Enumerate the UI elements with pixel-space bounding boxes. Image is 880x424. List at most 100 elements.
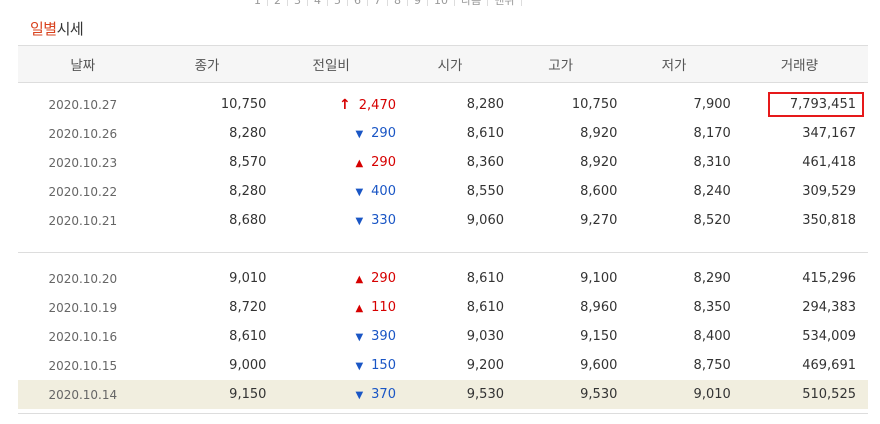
volume-cell: 294,383 xyxy=(731,293,868,322)
close-cell: 8,570 xyxy=(229,155,267,170)
open-cell: 9,030 xyxy=(466,329,504,344)
change-cell: ▼ 150 xyxy=(266,351,396,380)
pager-item[interactable]: 1 xyxy=(248,0,268,6)
table-header-row: 날짜 종가 전일비 시가 고가 저가 거래량 xyxy=(18,45,868,83)
volume-value: 534,009 xyxy=(802,329,856,344)
low-cell: 8,350 xyxy=(693,300,731,315)
high-cell: 8,960 xyxy=(580,300,618,315)
section-title-rest: 시세 xyxy=(56,20,84,38)
down-triangle-icon: ▼ xyxy=(355,216,364,227)
table-row: 2020.10.14 9,150 ▼ 370 9,530 9,530 9,010 510,52… xyxy=(18,380,868,409)
open-cell: 8,550 xyxy=(466,184,504,199)
down-triangle-icon: ▼ xyxy=(355,390,364,401)
change-value: 390 xyxy=(371,329,396,344)
close-cell: 8,280 xyxy=(229,184,267,199)
up-triangle-icon: ▲ xyxy=(355,274,364,285)
volume-cell: 415,296 xyxy=(731,264,868,293)
high-cell: 9,530 xyxy=(503,380,618,409)
col-low-header: 저가 xyxy=(617,45,731,83)
close-cell: 9,010 xyxy=(229,271,267,286)
date-cell: 2020.10.22 xyxy=(48,184,118,199)
open-cell: 9,200 xyxy=(466,358,504,373)
volume-value: 415,296 xyxy=(802,271,856,286)
date-cell: 2020.10.15 xyxy=(48,358,118,373)
date-cell: 2020.10.19 xyxy=(48,300,118,315)
volume-cell: 309,529 xyxy=(731,177,868,206)
close-cell: 9,150 xyxy=(147,380,267,409)
date-cell: 2020.10.23 xyxy=(48,155,118,170)
down-triangle-icon: ▼ xyxy=(355,361,364,372)
row-spacer xyxy=(18,235,868,253)
table-row: 2020.10.19 8,720 ▲ 110 8,610 8,960 8,350 294,38… xyxy=(18,293,868,322)
open-cell: 9,060 xyxy=(466,213,504,228)
high-cell: 8,920 xyxy=(580,155,618,170)
open-cell: 8,610 xyxy=(466,126,504,141)
volume-value: 350,818 xyxy=(802,213,856,228)
up-triangle-icon: ▲ xyxy=(355,303,364,314)
change-cell: ▲ 290 xyxy=(266,148,396,177)
change-value: 290 xyxy=(371,271,396,286)
col-change-header: 전일비 xyxy=(266,45,396,83)
low-cell: 8,400 xyxy=(693,329,731,344)
high-cell: 9,150 xyxy=(580,329,618,344)
highlighted-volume: 7,793,451 xyxy=(767,92,864,117)
section-title-highlight: 일별 xyxy=(30,20,57,38)
change-value: 2,470 xyxy=(358,97,396,113)
change-value: 330 xyxy=(371,213,396,228)
table-row: 2020.10.15 9,000 ▼ 150 9,200 9,600 8,750 469,69… xyxy=(18,351,868,380)
volume-cell: 461,418 xyxy=(731,148,868,177)
table-row: 2020.10.16 8,610 ▼ 390 9,030 9,150 8,400 534,00… xyxy=(18,322,868,351)
row-spacer xyxy=(18,253,868,265)
pager-item[interactable]: 9 xyxy=(408,0,428,6)
volume-value: 347,167 xyxy=(802,126,856,141)
table-row: 2020.10.23 8,570 ▲ 290 8,360 8,920 8,310 461,41… xyxy=(18,148,868,177)
volume-cell: 350,818 xyxy=(731,206,868,235)
high-cell: 8,920 xyxy=(580,126,618,141)
low-cell: 8,520 xyxy=(693,213,731,228)
low-cell: 7,900 xyxy=(693,97,731,112)
open-cell: 8,280 xyxy=(466,97,504,112)
date-cell: 2020.10.20 xyxy=(48,271,118,286)
col-high-header: 고가 xyxy=(503,45,618,83)
pager-item[interactable]: 5 xyxy=(328,0,348,6)
section-title: 일별시세 xyxy=(30,18,84,39)
low-cell: 8,750 xyxy=(693,358,731,373)
low-cell: 8,290 xyxy=(693,271,731,286)
pager-item[interactable]: 2 xyxy=(268,0,288,6)
col-close-header: 종가 xyxy=(147,45,267,83)
change-value: 400 xyxy=(371,184,396,199)
change-cell: ▼ 400 xyxy=(266,177,396,206)
volume-value: 469,691 xyxy=(802,358,856,373)
pager-item[interactable]: 8 xyxy=(388,0,408,6)
pager-item[interactable]: 6 xyxy=(348,0,368,6)
low-cell: 8,170 xyxy=(693,126,731,141)
high-cell: 8,600 xyxy=(580,184,618,199)
volume-value: 309,529 xyxy=(802,184,856,199)
close-cell: 8,610 xyxy=(229,329,267,344)
date-cell: 2020.10.16 xyxy=(48,329,118,344)
pager-item[interactable]: 3 xyxy=(288,0,308,6)
pager-item[interactable]: 맨뒤 xyxy=(488,0,522,6)
change-cell: ▼ 370 xyxy=(266,380,396,409)
table-bottom-border xyxy=(18,413,868,414)
volume-value: 294,383 xyxy=(802,300,856,315)
change-cell: ▼ 330 xyxy=(266,206,396,235)
pager-item[interactable]: 7 xyxy=(368,0,388,6)
change-cell: ▲ 110 xyxy=(266,293,396,322)
pager-item[interactable]: 10 xyxy=(428,0,455,6)
change-value: 290 xyxy=(371,155,396,170)
high-cell: 9,100 xyxy=(580,271,618,286)
pagination: 1 2 3 4 5 6 7 8 9 10 다음 맨뒤 xyxy=(248,0,522,6)
change-value: 110 xyxy=(371,300,396,315)
pager-item[interactable]: 4 xyxy=(308,0,328,6)
change-cell: ▼ 290 xyxy=(266,119,396,148)
daily-price-table: 날짜 종가 전일비 시가 고가 저가 거래량 2020.10.27 10,750 ↑… xyxy=(18,45,868,409)
table-row: 2020.10.21 8,680 ▼ 330 9,060 9,270 8,520 350,81… xyxy=(18,206,868,235)
date-cell: 2020.10.14 xyxy=(18,380,148,409)
pager-item[interactable]: 다음 xyxy=(455,0,489,6)
limit-up-arrow-icon: ↑ xyxy=(339,96,351,113)
change-value: 370 xyxy=(371,387,396,402)
close-cell: 8,280 xyxy=(229,126,267,141)
volume-value: 461,418 xyxy=(802,155,856,170)
volume-cell: 534,009 xyxy=(731,322,868,351)
